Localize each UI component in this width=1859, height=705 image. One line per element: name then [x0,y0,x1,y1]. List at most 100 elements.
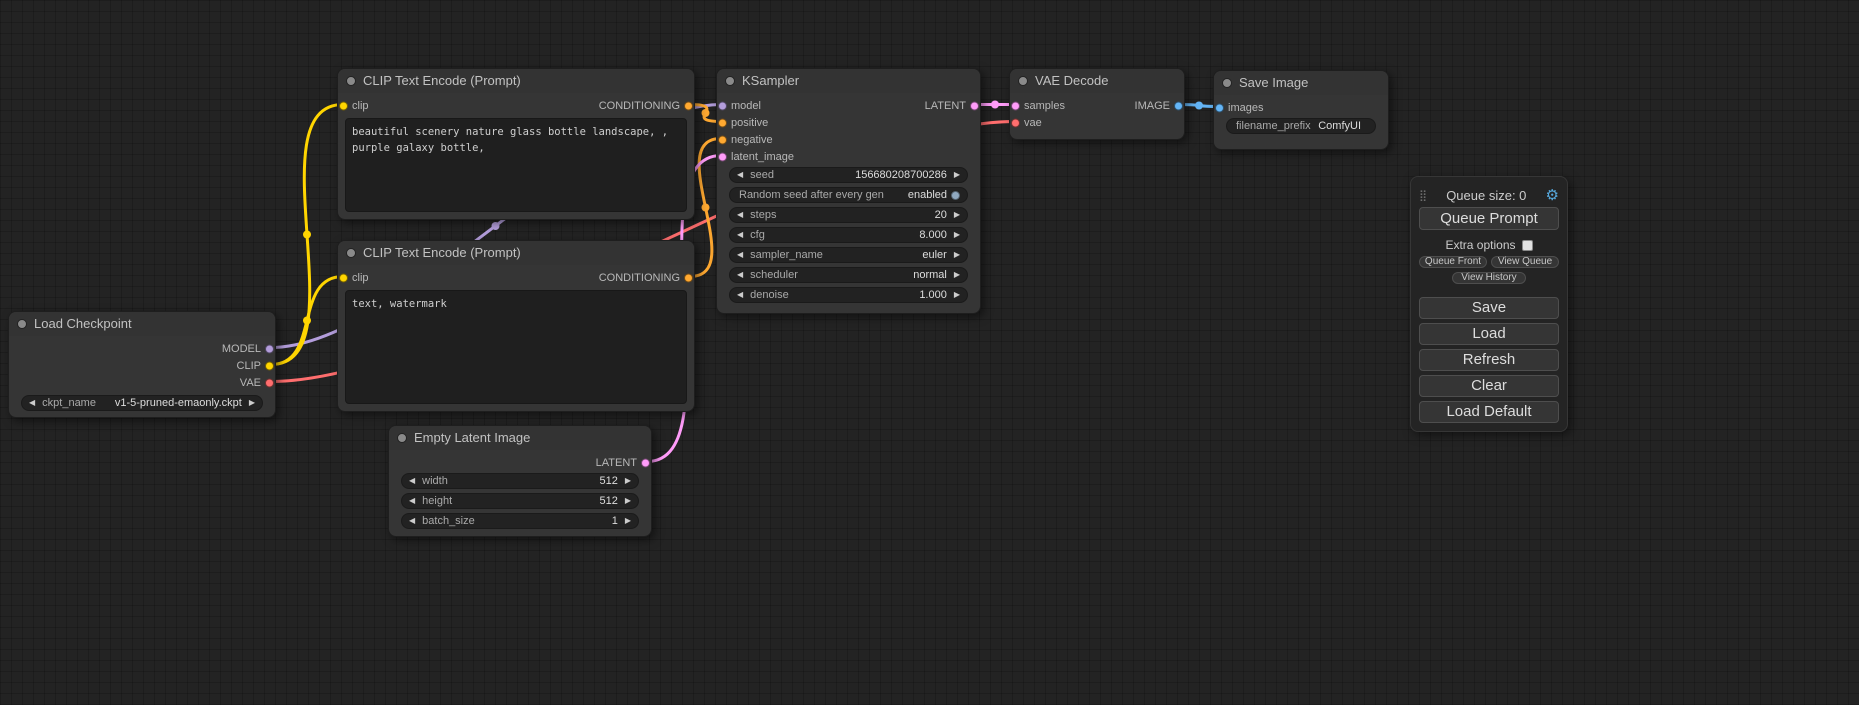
view-history-row: View History [1419,272,1559,284]
output-port-latent[interactable] [970,101,979,110]
output-row-vae: VAE [9,374,275,391]
node-title-bar[interactable]: Load Checkpoint [9,312,275,336]
clear-button[interactable]: Clear [1419,375,1559,397]
input-port-latent-image[interactable] [718,152,727,161]
node-title-bar[interactable]: Save Image [1214,71,1388,95]
node-ksampler[interactable]: KSampler model LATENT positive negative … [716,68,981,314]
load-default-button[interactable]: Load Default [1419,401,1559,423]
port-row-images: images [1214,99,1388,116]
node-collapse-dot[interactable] [1222,78,1232,88]
save-button[interactable]: Save [1419,297,1559,319]
negative-prompt-textarea[interactable]: text, watermark [345,290,687,404]
stepper-left-icon[interactable]: ◀ [737,227,743,243]
output-port-clip[interactable] [265,361,274,370]
stepper-right-icon[interactable]: ▶ [954,207,960,223]
stepper-left-icon[interactable]: ◀ [737,287,743,303]
widget-height[interactable]: ◀ height 512 ▶ [401,493,639,509]
stepper-right-icon[interactable]: ▶ [954,247,960,263]
toggle-dot-icon[interactable] [951,191,960,200]
view-history-button[interactable]: View History [1452,272,1526,284]
output-port-vae[interactable] [265,378,274,387]
stepper-left-icon[interactable]: ◀ [737,247,743,263]
input-port-clip[interactable] [339,101,348,110]
load-button[interactable]: Load [1419,323,1559,345]
output-port-image[interactable] [1174,101,1183,110]
stepper-right-icon[interactable]: ▶ [954,167,960,183]
node-collapse-dot[interactable] [346,248,356,258]
stepper-left-icon[interactable]: ◀ [737,207,743,223]
widget-batch-size[interactable]: ◀ batch_size 1 ▶ [401,513,639,529]
stepper-left-icon[interactable]: ◀ [737,267,743,283]
node-collapse-dot[interactable] [1018,76,1028,86]
drag-handle-icon[interactable]: ⣿ [1419,189,1427,202]
widget-value: 20 [935,207,947,223]
queue-prompt-button[interactable]: Queue Prompt [1419,207,1559,230]
widget-cfg[interactable]: ◀ cfg 8.000 ▶ [729,227,968,243]
input-port-samples[interactable] [1011,101,1020,110]
stepper-left-icon[interactable]: ◀ [29,395,35,411]
widget-filename-prefix[interactable]: filename_prefix ComfyUI [1226,118,1376,134]
stepper-right-icon[interactable]: ▶ [249,395,255,411]
widget-label: seed [750,167,774,183]
widget-scheduler[interactable]: ◀ scheduler normal ▶ [729,267,968,283]
output-label-conditioning: CONDITIONING [599,100,680,112]
settings-gear-icon[interactable]: ⚙ [1546,188,1559,203]
node-vae-decode[interactable]: VAE Decode samples IMAGE vae [1009,68,1185,140]
port-row: clip CONDITIONING [338,269,694,286]
node-title-bar[interactable]: KSampler [717,69,980,93]
node-collapse-dot[interactable] [725,76,735,86]
input-port-vae[interactable] [1011,118,1020,127]
output-label-model: MODEL [222,343,261,355]
refresh-button[interactable]: Refresh [1419,349,1559,371]
output-port-model[interactable] [265,344,274,353]
widget-seed[interactable]: ◀ seed 156680208700286 ▶ [729,167,968,183]
output-port-conditioning[interactable] [684,101,693,110]
input-port-images[interactable] [1215,103,1224,112]
node-collapse-dot[interactable] [397,433,407,443]
extra-options-checkbox[interactable] [1522,240,1533,251]
view-queue-button[interactable]: View Queue [1491,256,1559,268]
input-port-negative[interactable] [718,135,727,144]
input-label-clip: clip [352,100,369,112]
node-title-bar[interactable]: VAE Decode [1010,69,1184,93]
widget-ckpt-name[interactable]: ◀ ckpt_name v1-5-pruned-emaonly.ckpt ▶ [21,395,263,411]
output-port-latent[interactable] [641,458,650,467]
widget-sampler-name[interactable]: ◀ sampler_name euler ▶ [729,247,968,263]
input-port-positive[interactable] [718,118,727,127]
node-collapse-dot[interactable] [17,319,27,329]
output-label-conditioning: CONDITIONING [599,272,680,284]
stepper-right-icon[interactable]: ▶ [625,473,631,489]
input-port-model[interactable] [718,101,727,110]
node-title-bar[interactable]: CLIP Text Encode (Prompt) [338,241,694,265]
node-collapse-dot[interactable] [346,76,356,86]
node-clip-text-encode-negative[interactable]: CLIP Text Encode (Prompt) clip CONDITION… [337,240,695,412]
queue-front-button[interactable]: Queue Front [1419,256,1487,268]
positive-prompt-textarea[interactable]: beautiful scenery nature glass bottle la… [345,118,687,212]
stepper-left-icon[interactable]: ◀ [409,493,415,509]
output-port-conditioning[interactable] [684,273,693,282]
widget-width[interactable]: ◀ width 512 ▶ [401,473,639,489]
stepper-right-icon[interactable]: ▶ [625,513,631,529]
stepper-left-icon[interactable]: ◀ [409,473,415,489]
node-empty-latent-image[interactable]: Empty Latent Image LATENT ◀ width 512 ▶ … [388,425,652,537]
stepper-right-icon[interactable]: ▶ [954,267,960,283]
widget-value: enabled [908,187,947,203]
input-port-clip[interactable] [339,273,348,282]
output-label-vae: VAE [240,377,261,389]
stepper-right-icon[interactable]: ▶ [954,227,960,243]
node-clip-text-encode-positive[interactable]: CLIP Text Encode (Prompt) clip CONDITION… [337,68,695,220]
extra-options-row: Extra options [1419,238,1559,252]
widget-steps[interactable]: ◀ steps 20 ▶ [729,207,968,223]
stepper-left-icon[interactable]: ◀ [409,513,415,529]
node-save-image[interactable]: Save Image images filename_prefix ComfyU… [1213,70,1389,150]
widget-denoise[interactable]: ◀ denoise 1.000 ▶ [729,287,968,303]
widget-random-seed-toggle[interactable]: Random seed after every gen enabled [729,187,968,203]
port-row-samples: samples IMAGE [1010,97,1184,114]
node-title-bar[interactable]: Empty Latent Image [389,426,651,450]
node-load-checkpoint[interactable]: Load Checkpoint MODEL CLIP VAE ◀ ckpt_na… [8,311,276,418]
stepper-right-icon[interactable]: ▶ [625,493,631,509]
stepper-left-icon[interactable]: ◀ [737,167,743,183]
port-row-model: model LATENT [717,97,980,114]
stepper-right-icon[interactable]: ▶ [954,287,960,303]
node-title-bar[interactable]: CLIP Text Encode (Prompt) [338,69,694,93]
